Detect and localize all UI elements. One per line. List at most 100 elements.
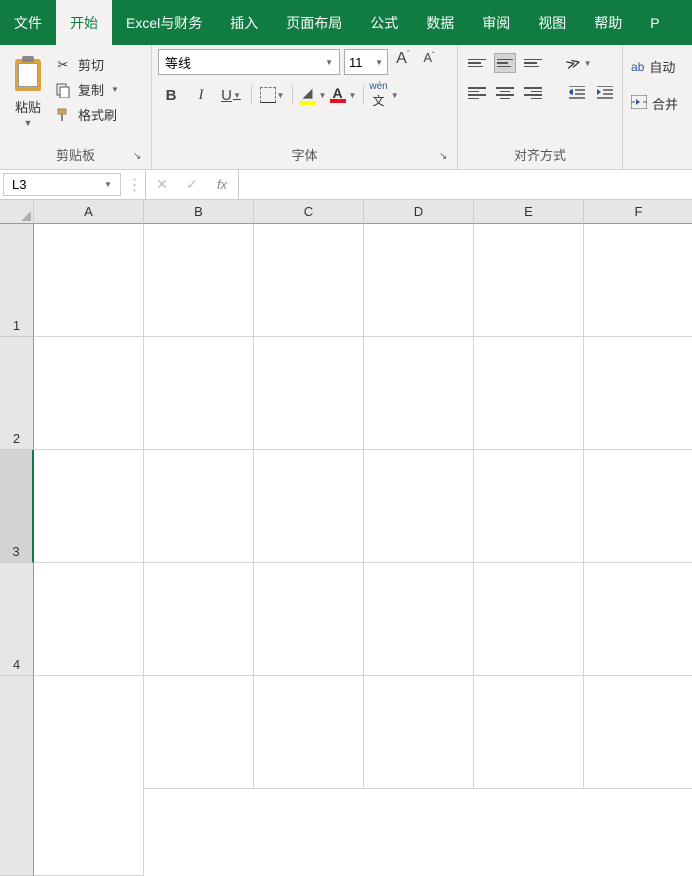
font-size-select[interactable]: 11 ▼ [344,49,388,75]
decrease-indent-button[interactable] [566,83,588,103]
wrap-text-button[interactable]: ab 自动 [627,53,679,80]
orientation-icon: ≫ [564,53,583,73]
chevron-down-icon: ▼ [584,59,592,68]
underline-button[interactable]: U▼ [218,83,244,107]
tab-p-partial[interactable]: P [636,0,673,45]
fill-color-button[interactable]: ◢ ▼ [300,83,326,107]
font-color-a-icon: A [332,87,342,99]
font-name-value: 等线 [165,53,191,72]
tab-insert[interactable]: 插入 [216,0,272,45]
fx-separator: ⋮ [124,170,146,199]
tab-review[interactable]: 审阅 [468,0,524,45]
group-alignment: ≫ ▼ [458,45,623,169]
chevron-down-icon: ▼ [233,91,241,100]
group-clipboard: 粘贴 ▼ ✂ 剪切 复制 ▼ [0,45,152,169]
align-top-button[interactable] [466,53,488,73]
font-color-swatch [330,99,346,103]
merge-cells-button[interactable]: 合并 [627,90,682,117]
column-header[interactable]: A [34,200,144,224]
orientation-button[interactable]: ≫ ▼ [566,55,592,72]
column-header[interactable]: F [584,200,692,224]
align-left-button[interactable] [466,83,488,103]
tab-formula[interactable]: 公式 [356,0,412,45]
separator [251,85,252,105]
row-header[interactable]: 2 [0,337,34,450]
separator [292,85,293,105]
chevron-down-icon: ▼ [391,91,399,100]
insert-function-button[interactable]: fx [212,177,232,192]
chevron-down-icon: ▼ [349,91,357,100]
increase-indent-button[interactable] [594,83,616,103]
name-box[interactable]: L3 ▼ [3,173,121,196]
wrap-icon: ab [631,60,644,74]
copy-label: 复制 [78,80,104,99]
font-size-value: 11 [349,55,363,70]
bucket-icon: ◢ [303,85,313,101]
wen-pinyin: wén [369,81,387,92]
italic-button[interactable]: I [188,83,214,107]
wrap-label: 自动 [649,57,675,76]
chevron-down-icon: ▼ [277,91,285,100]
row-header[interactable] [0,676,34,876]
merge-icon [631,95,647,112]
cancel-formula-button[interactable]: ✕ [152,176,172,193]
copy-dropdown-icon[interactable]: ▼ [111,85,119,94]
row-header[interactable]: 4 [0,563,34,676]
name-box-value: L3 [12,177,26,192]
font-color-button[interactable]: A ▼ [330,83,356,107]
align-center-button[interactable] [494,83,516,103]
clipboard-dialog-launcher[interactable]: ↘ [133,151,147,165]
align-right-button[interactable] [522,83,544,103]
chevron-down-icon: ▼ [375,58,383,67]
formula-bar: L3 ▼ ⋮ ✕ ✓ fx [0,170,692,200]
tab-data[interactable]: 数据 [412,0,468,45]
column-header[interactable]: B [144,200,254,224]
select-all-corner[interactable] [0,200,34,224]
bold-button[interactable]: B [158,83,184,107]
group-font: 等线 ▼ 11 ▼ Aˆ Aˇ B I U▼ [152,45,458,169]
copy-button[interactable]: 复制 ▼ [54,80,119,99]
group-wrap-merge: ab 自动 合并 [623,45,692,169]
fill-color-swatch [300,101,316,105]
format-painter-button[interactable]: 格式刷 [54,105,119,124]
formula-input[interactable] [239,170,692,199]
paste-dropdown-icon[interactable]: ▼ [24,118,33,128]
tab-excel-finance[interactable]: Excel与财务 [112,0,216,45]
tab-page-layout[interactable]: 页面布局 [272,0,356,45]
column-header[interactable]: C [254,200,364,224]
font-dialog-launcher[interactable]: ↘ [439,151,453,165]
tab-file[interactable]: 文件 [0,0,56,45]
column-header[interactable]: E [474,200,584,224]
decrease-font-button[interactable]: Aˇ [418,50,440,74]
border-icon [260,87,276,103]
row-headers: 1 2 3 4 [0,224,34,876]
tab-help[interactable]: 帮助 [580,0,636,45]
menu-bar: 文件 开始 Excel与财务 插入 页面布局 公式 数据 审阅 视图 帮助 P [0,0,692,45]
paste-button[interactable]: 粘贴 ▼ [6,49,50,130]
row-header[interactable]: 3 [0,450,34,563]
increase-font-button[interactable]: Aˆ [392,50,414,74]
column-header[interactable]: D [364,200,474,224]
font-name-select[interactable]: 等线 ▼ [158,49,340,75]
cells-area[interactable] [34,224,692,876]
scissors-icon: ✂ [54,56,72,74]
cut-button[interactable]: ✂ 剪切 [54,55,119,74]
phonetic-guide-button[interactable]: wén 文 ▼ [371,83,397,107]
row-header[interactable]: 1 [0,224,34,337]
separator [363,85,364,105]
column-headers: A B C D E F [34,200,692,224]
enter-formula-button[interactable]: ✓ [182,176,202,193]
borders-button[interactable]: ▼ [259,83,285,107]
align-middle-button[interactable] [494,53,516,73]
chevron-down-icon: ▼ [104,180,112,189]
merge-label: 合并 [652,94,678,113]
chevron-down-icon: ▼ [319,91,327,100]
paste-icon [12,55,44,93]
copy-icon [54,81,72,99]
tab-home[interactable]: 开始 [56,0,112,45]
tab-view[interactable]: 视图 [524,0,580,45]
alignment-group-label: 对齐方式 [458,142,622,169]
font-group-label: 字体 [152,142,457,169]
chevron-down-icon: ▼ [325,58,333,67]
align-bottom-button[interactable] [522,53,544,73]
